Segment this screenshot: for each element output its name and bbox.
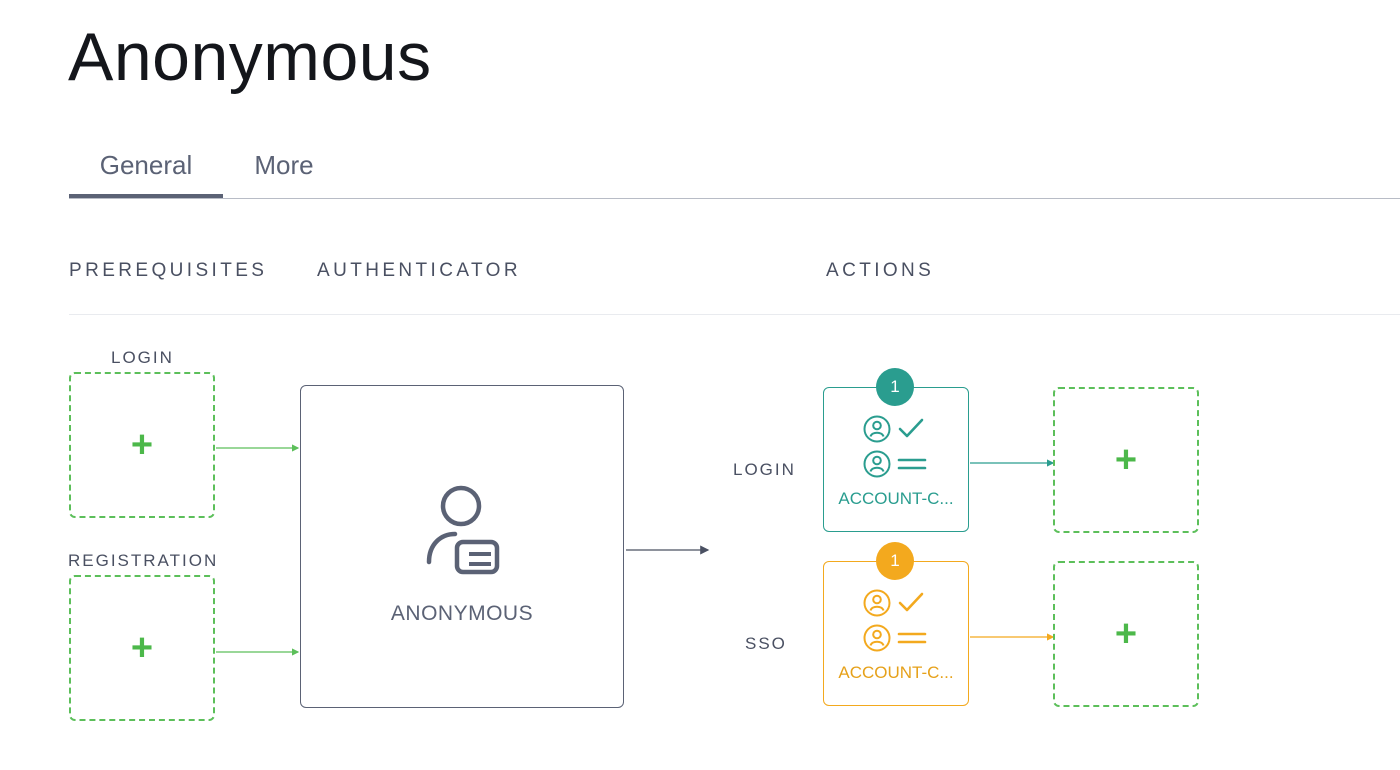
account-check-icon <box>863 415 927 478</box>
action-card-login[interactable]: 1 ACCOUNT-C... <box>823 368 969 532</box>
plus-icon: + <box>1114 439 1138 481</box>
plus-icon: + <box>1114 613 1138 655</box>
authenticator-label: ANONYMOUS <box>390 602 534 625</box>
add-login-prerequisite-button[interactable]: + <box>69 372 215 518</box>
action-count-badge: 1 <box>876 368 914 406</box>
plus-icon: + <box>130 424 154 466</box>
action-card-label: ACCOUNT-C... <box>838 489 954 508</box>
plus-icon: + <box>130 627 154 669</box>
user-card-icon <box>426 485 500 575</box>
add-login-action-button[interactable]: + <box>1053 387 1199 533</box>
action-row-sso-label: SSO <box>745 634 787 653</box>
authenticator-card[interactable]: ANONYMOUS <box>300 385 624 708</box>
action-row-login-label: LOGIN <box>733 460 796 479</box>
account-check-icon <box>863 589 927 652</box>
action-card-label: ACCOUNT-C... <box>838 663 954 682</box>
prereq-login-label: LOGIN <box>111 348 174 367</box>
prereq-registration-label: REGISTRATION <box>68 551 219 570</box>
add-sso-action-button[interactable]: + <box>1053 561 1199 707</box>
action-count-badge: 1 <box>876 542 914 580</box>
action-card-sso[interactable]: 1 ACCOUNT-C... <box>823 542 969 706</box>
add-registration-prerequisite-button[interactable]: + <box>69 575 215 721</box>
